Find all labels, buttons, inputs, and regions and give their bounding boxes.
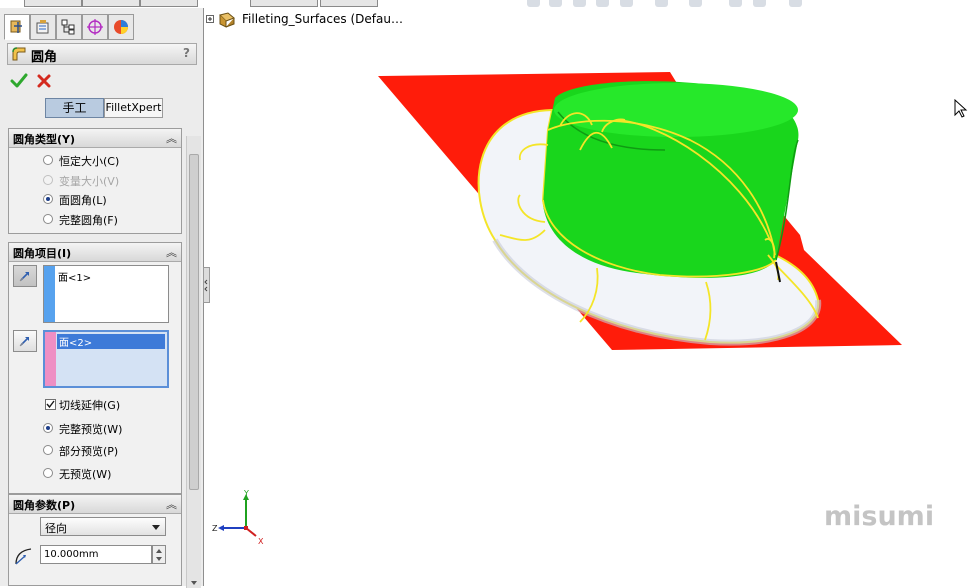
dropdown-value: 径向 bbox=[45, 522, 67, 535]
property-manager-panel: 圆角 ? 手工 FilletXpert 圆角类型(Y) ︽ 恒定大小(C) 变量… bbox=[0, 8, 204, 588]
fillet-feature-icon bbox=[12, 47, 26, 61]
fillet-type-section: 圆角类型(Y) ︽ 恒定大小(C) 变量大小(V) 面圆角(L) 完整圆角(F) bbox=[8, 128, 182, 234]
radio-button[interactable] bbox=[43, 445, 53, 455]
panel-splitter-handle[interactable] bbox=[203, 267, 210, 303]
spin-down-icon[interactable] bbox=[156, 557, 162, 561]
face-set-1-selector[interactable] bbox=[13, 265, 37, 287]
scroll-down-arrow-icon[interactable] bbox=[191, 581, 197, 585]
y-axis-label: Y bbox=[243, 489, 249, 498]
model-viewport[interactable] bbox=[210, 30, 970, 360]
face-set-2-selector[interactable] bbox=[13, 330, 37, 352]
feature-title: 圆角 bbox=[31, 50, 58, 65]
part-name: Filleting_Surfaces (Defau… bbox=[242, 12, 403, 26]
collapse-chevron-icon[interactable]: ︽ bbox=[166, 496, 177, 512]
manual-mode-tab[interactable]: 手工 bbox=[45, 98, 104, 118]
appearance-icon[interactable] bbox=[729, 0, 742, 7]
previous-view-icon[interactable] bbox=[573, 0, 586, 7]
radio-label: 部分预览(P) bbox=[59, 445, 119, 458]
section-title: 圆角类型(Y) bbox=[13, 133, 76, 146]
x-axis-label: X bbox=[258, 537, 264, 546]
face-set-1-list[interactable]: 面<1> bbox=[43, 265, 169, 323]
list-item[interactable]: 面<1> bbox=[58, 269, 91, 284]
help-icon[interactable]: ? bbox=[183, 46, 190, 60]
scene-icon[interactable] bbox=[753, 0, 766, 7]
feature-tree-icon bbox=[10, 20, 22, 33]
property-manager-header: 圆角 ? bbox=[7, 43, 197, 65]
z-axis-arrow bbox=[218, 525, 224, 531]
radio-button[interactable] bbox=[43, 423, 53, 433]
fillet-method-dropdown[interactable]: 径向 bbox=[40, 517, 166, 536]
property-manager-tab[interactable] bbox=[30, 14, 56, 40]
radio-label: 完整预览(W) bbox=[59, 423, 123, 436]
radio-button[interactable] bbox=[43, 155, 53, 165]
ok-checkmark-icon[interactable] bbox=[10, 72, 28, 90]
property-manager-icon bbox=[36, 20, 49, 34]
collapse-arrow-icon bbox=[204, 279, 208, 292]
panel-scrollbar[interactable] bbox=[186, 136, 201, 588]
checkbox-label: 切线延伸(G) bbox=[59, 399, 121, 412]
fillet-parameters-section: 圆角参数(P) ︽ bbox=[8, 494, 182, 586]
command-tab[interactable] bbox=[82, 0, 140, 7]
section-header[interactable]: 圆角参数(P) ︽ bbox=[9, 495, 181, 514]
radio-button bbox=[43, 175, 53, 185]
command-tab[interactable] bbox=[24, 0, 82, 7]
zoom-to-area-icon[interactable] bbox=[549, 0, 562, 7]
radio-label: 变量大小(V) bbox=[59, 175, 120, 188]
section-view-icon[interactable] bbox=[596, 0, 609, 7]
scrollbar-thumb[interactable] bbox=[189, 154, 199, 490]
radio-button[interactable] bbox=[43, 214, 53, 224]
cancel-x-icon[interactable] bbox=[35, 72, 53, 90]
section-header[interactable]: 圆角类型(Y) ︽ bbox=[9, 129, 181, 148]
command-tab[interactable] bbox=[250, 0, 318, 7]
face-set-2-list[interactable]: 面<2> bbox=[43, 330, 169, 388]
dimxpert-icon bbox=[87, 19, 103, 35]
section-header[interactable]: 圆角项目(I) ︽ bbox=[9, 243, 181, 262]
checkmark-icon bbox=[46, 400, 55, 409]
filletxpert-mode-tab[interactable]: FilletXpert bbox=[104, 98, 163, 118]
watermark-logo: misumi bbox=[824, 501, 935, 532]
mouse-cursor-icon bbox=[954, 99, 968, 118]
radio-label: 无预览(W) bbox=[59, 468, 112, 481]
green-surface-top bbox=[554, 83, 798, 137]
dimxpert-manager-tab[interactable] bbox=[82, 14, 108, 40]
configuration-manager-icon bbox=[61, 19, 75, 35]
view-settings-icon[interactable] bbox=[789, 0, 802, 7]
face-set-2-color-bar bbox=[45, 332, 56, 386]
section-title: 圆角参数(P) bbox=[13, 499, 76, 512]
display-manager-tab[interactable] bbox=[108, 14, 134, 40]
zoom-to-fit-icon[interactable] bbox=[527, 0, 540, 7]
triad-origin bbox=[244, 526, 248, 530]
display-manager-icon bbox=[114, 20, 128, 34]
collapse-chevron-icon[interactable]: ︽ bbox=[166, 130, 177, 146]
checkbox[interactable] bbox=[45, 399, 56, 410]
view-orientation-icon[interactable] bbox=[620, 0, 633, 7]
radio-label: 恒定大小(C) bbox=[59, 155, 120, 168]
radio-label: 完整圆角(F) bbox=[59, 214, 118, 227]
coordinate-triad: Y Z X bbox=[212, 489, 264, 546]
feature-manager-tab[interactable] bbox=[4, 14, 30, 40]
top-toolbar-strip bbox=[0, 0, 972, 8]
display-style-icon[interactable] bbox=[655, 0, 668, 7]
part-icon bbox=[206, 12, 235, 28]
configuration-manager-tab[interactable] bbox=[56, 14, 82, 40]
collapse-chevron-icon[interactable]: ︽ bbox=[166, 244, 177, 260]
fillet-items-section: 圆角项目(I) ︽ 面<1> 面<2> 切线延伸(G) 完整预览(W) 部分预览… bbox=[8, 242, 182, 494]
list-item-selected[interactable]: 面<2> bbox=[57, 334, 165, 349]
hide-show-icon[interactable] bbox=[689, 0, 702, 7]
radio-label: 面圆角(L) bbox=[59, 194, 107, 207]
chevron-down-icon bbox=[152, 525, 160, 530]
face-set-1-color-bar bbox=[44, 266, 55, 322]
radius-input[interactable] bbox=[40, 545, 152, 564]
z-axis-label: Z bbox=[212, 524, 218, 533]
radio-button[interactable] bbox=[43, 194, 53, 204]
section-title: 圆角项目(I) bbox=[13, 247, 72, 260]
spin-up-icon[interactable] bbox=[156, 549, 162, 553]
radius-spinner[interactable] bbox=[152, 545, 166, 564]
radio-button[interactable] bbox=[43, 468, 53, 478]
face-selection-icon bbox=[19, 337, 29, 347]
radius-icon bbox=[15, 548, 32, 565]
command-tab[interactable] bbox=[140, 0, 198, 7]
face-selection-icon bbox=[19, 272, 29, 282]
command-tab[interactable] bbox=[320, 0, 378, 7]
